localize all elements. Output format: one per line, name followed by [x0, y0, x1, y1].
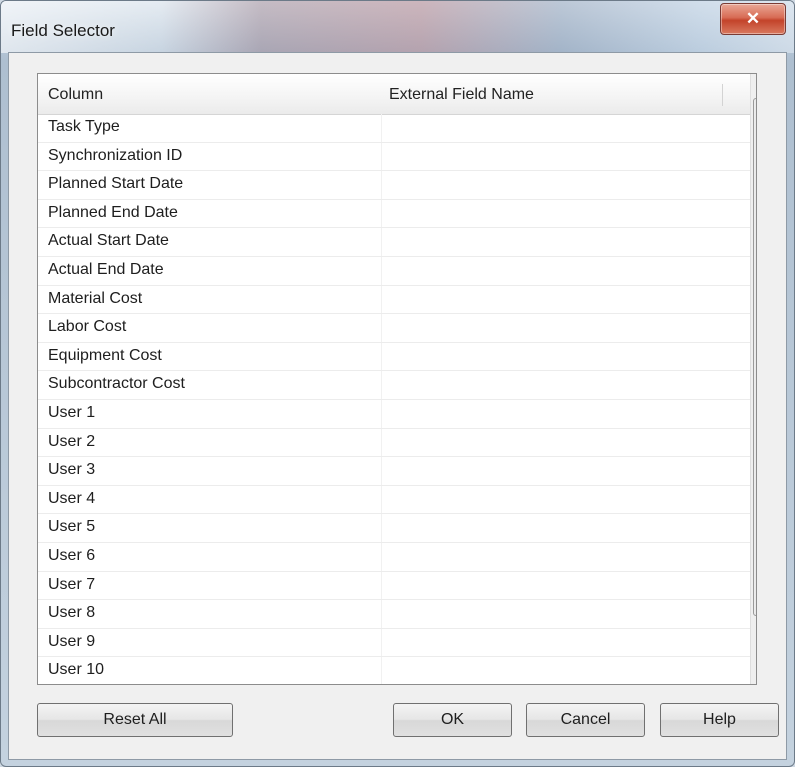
column-name-cell: Actual Start Date — [48, 232, 169, 250]
column-name-cell: Planned Start Date — [48, 175, 184, 193]
help-button[interactable]: Help — [660, 703, 779, 737]
table-row[interactable]: User 2 — [38, 429, 750, 458]
column-name-cell: User 5 — [48, 518, 96, 536]
field-grid: Column External Field Name Task Type Sync… — [37, 73, 757, 685]
cancel-button[interactable]: Cancel — [526, 703, 645, 737]
scroll-down-button[interactable]: ▼ — [751, 661, 756, 683]
close-button[interactable]: ✕ — [720, 3, 786, 35]
grid-header: Column External Field Name — [38, 74, 750, 115]
column-name-cell: Material Cost — [48, 289, 143, 307]
table-row[interactable]: User 10 — [38, 657, 750, 684]
table-row[interactable]: Actual End Date — [38, 257, 750, 286]
ok-button[interactable]: OK — [393, 703, 512, 737]
column-name-cell: User 8 — [48, 604, 96, 622]
table-row[interactable]: Equipment Cost — [38, 343, 750, 372]
column-name-cell: User 6 — [48, 546, 96, 564]
table-row[interactable]: Subcontractor Cost — [38, 371, 750, 400]
table-row[interactable]: Labor Cost — [38, 314, 750, 343]
reset-all-button[interactable]: Reset All — [37, 703, 233, 737]
title-bar[interactable]: Field Selector ✕ — [1, 1, 794, 53]
table-row[interactable]: User 4 — [38, 486, 750, 515]
column-name-cell: Task Type — [48, 118, 120, 135]
scroll-up-button[interactable]: ▲ — [751, 75, 756, 97]
column-name-cell: Synchronization ID — [48, 146, 183, 164]
column-name-cell: User 1 — [48, 403, 96, 421]
table-row[interactable]: User 9 — [38, 629, 750, 658]
scrollbar-thumb[interactable] — [753, 98, 756, 616]
column-name-cell: User 10 — [48, 661, 105, 679]
header-divider — [722, 84, 723, 106]
table-row[interactable]: Material Cost — [38, 286, 750, 315]
column-name-cell: User 2 — [48, 432, 96, 450]
column-name-cell: User 7 — [48, 575, 96, 593]
table-row[interactable]: User 1 — [38, 400, 750, 429]
column-name-cell: User 9 — [48, 632, 96, 650]
column-name-cell: Labor Cost — [48, 318, 127, 336]
table-row[interactable]: Actual Start Date — [38, 228, 750, 257]
column-name-cell: Planned End Date — [48, 203, 178, 221]
column-name-cell: User 4 — [48, 489, 96, 507]
table-row[interactable]: User 6 — [38, 543, 750, 572]
table-row[interactable]: Planned Start Date — [38, 171, 750, 200]
window-title: Field Selector — [11, 21, 115, 40]
table-row[interactable]: User 8 — [38, 600, 750, 629]
column-header-column[interactable]: Column — [48, 86, 103, 104]
dialog-body: Column External Field Name Task Type Sync… — [8, 52, 787, 760]
table-row[interactable]: Task Type — [38, 114, 750, 143]
column-name-cell: User 3 — [48, 461, 96, 479]
column-header-external-field-name[interactable]: External Field Name — [389, 86, 534, 104]
column-name-cell: Actual End Date — [48, 260, 164, 278]
table-row[interactable]: Synchronization ID — [38, 143, 750, 172]
table-row[interactable]: User 5 — [38, 514, 750, 543]
grid-rows: Task Type Synchronization ID Planned Start… — [38, 114, 750, 684]
column-name-cell: Subcontractor Cost — [48, 375, 185, 393]
vertical-scrollbar[interactable]: ▲ ▼ — [750, 74, 756, 684]
field-selector-window: Field Selector ✕ Column External Field N… — [0, 0, 795, 767]
close-icon: ✕ — [745, 9, 761, 28]
table-row[interactable]: User 3 — [38, 457, 750, 486]
table-row[interactable]: User 7 — [38, 572, 750, 601]
column-name-cell: Equipment Cost — [48, 346, 162, 364]
table-row[interactable]: Planned End Date — [38, 200, 750, 229]
